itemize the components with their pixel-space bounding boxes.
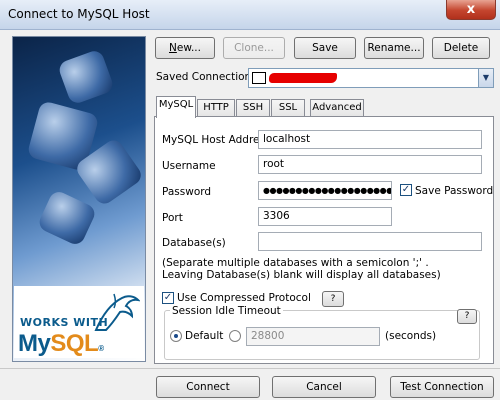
mysql-wordmark: MySQL® [18, 330, 104, 357]
idle-timeout-input[interactable]: 28800 [246, 327, 380, 346]
custom-timeout-radio[interactable] [229, 330, 241, 342]
default-radio[interactable] [170, 330, 182, 342]
window-title: Connect to MySQL Host [8, 7, 150, 21]
chevron-down-icon[interactable]: ▼ [478, 69, 493, 87]
close-button[interactable]: x [446, 0, 496, 20]
mysql-logo: WORKS WITH MySQL® [14, 286, 144, 358]
footer-separator [0, 368, 500, 369]
compressed-help-button[interactable]: ? [322, 291, 344, 307]
new-button[interactable]: New... [155, 37, 215, 59]
username-input[interactable]: root [258, 155, 482, 174]
connection-color-swatch [252, 72, 266, 84]
saved-connections-label: Saved Connections [156, 71, 257, 83]
default-radio-label: Default [185, 330, 224, 342]
redacted-connection-name [269, 73, 337, 83]
username-label: Username [162, 160, 216, 172]
password-label: Password [162, 186, 212, 198]
tab-ssh[interactable]: SSH [236, 99, 270, 117]
tab-ssl[interactable]: SSL [271, 99, 305, 117]
delete-button[interactable]: Delete [432, 37, 490, 59]
database-hint-line-2: Leaving Database(s) blank will display a… [162, 269, 441, 281]
port-input[interactable]: 3306 [258, 207, 392, 226]
cancel-button[interactable]: Cancel [272, 376, 376, 398]
save-button[interactable]: Save [294, 37, 356, 59]
compressed-protocol-checkbox[interactable]: ✓ [162, 292, 174, 304]
host-input[interactable]: localhost [258, 130, 482, 149]
clone-button[interactable]: Clone... [223, 37, 285, 59]
database-input[interactable] [258, 232, 482, 251]
tab-mysql[interactable]: MySQL [156, 96, 196, 118]
save-password-checkbox[interactable]: ✓ [400, 184, 412, 196]
save-password-label: Save Password [415, 185, 494, 197]
connect-button[interactable]: Connect [156, 376, 260, 398]
idle-help-button[interactable]: ? [457, 309, 477, 324]
close-icon: x [466, 2, 476, 17]
works-with-text: WORKS WITH [20, 316, 109, 329]
test-connection-button[interactable]: Test Connection [390, 376, 494, 398]
database-label: Database(s) [162, 237, 226, 249]
port-label: Port [162, 212, 183, 224]
idle-timeout-label: Session Idle Timeout [170, 305, 283, 317]
saved-connections-select[interactable]: ▼ [248, 68, 494, 88]
tab-advanced[interactable]: Advanced [310, 99, 364, 117]
seconds-label: (seconds) [385, 330, 437, 342]
tab-http[interactable]: HTTP [197, 99, 235, 117]
rename-button[interactable]: Rename... [364, 37, 424, 59]
host-label: MySQL Host Address [162, 134, 271, 146]
password-input[interactable]: ●●●●●●●●●●●●●●●●●●●●● [258, 181, 392, 200]
database-hint-line-1: (Separate multiple databases with a semi… [162, 257, 429, 269]
compressed-protocol-label: Use Compressed Protocol [177, 292, 311, 304]
